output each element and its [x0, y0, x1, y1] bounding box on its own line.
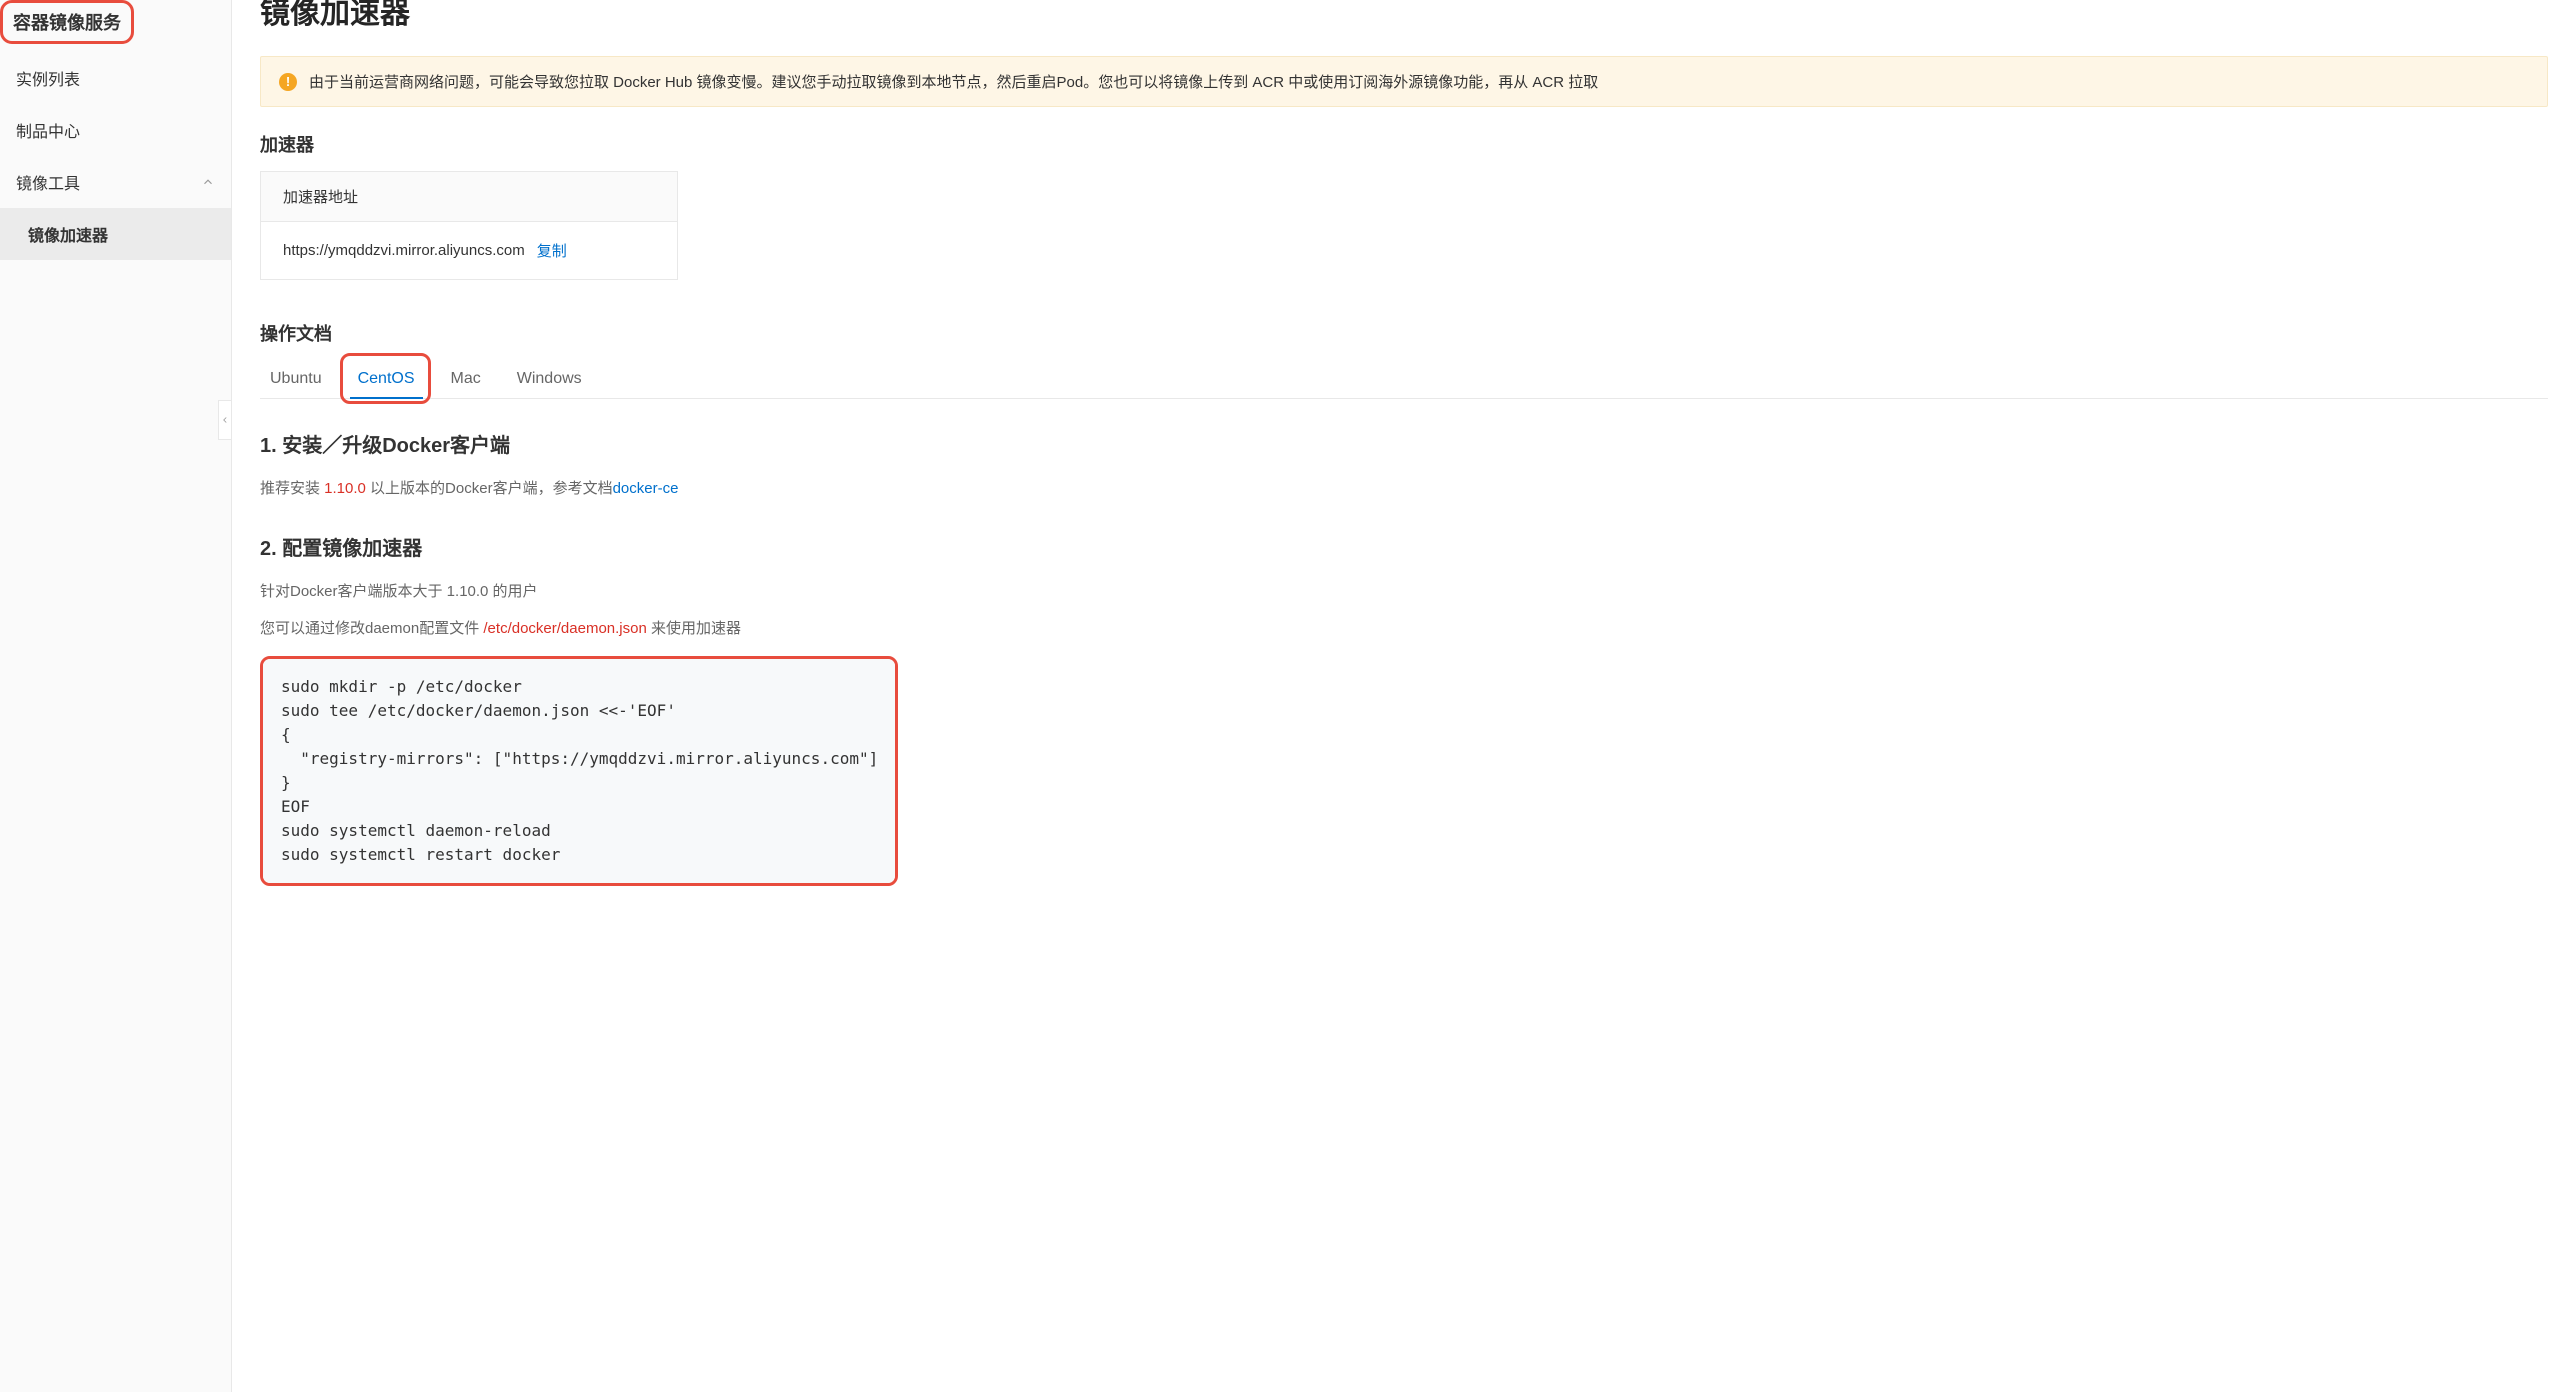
accelerator-box-body: https://ymqddzvi.mirror.aliyuncs.com 复制	[261, 222, 677, 279]
alert-banner: ! 由于当前运营商网络问题，可能会导致您拉取 Docker Hub 镜像变慢。建…	[260, 56, 2548, 107]
step2-heading: 2. 配置镜像加速器	[260, 532, 2548, 561]
tab-windows[interactable]: Windows	[515, 360, 584, 398]
tab-ubuntu[interactable]: Ubuntu	[268, 360, 324, 398]
step2-text2: 您可以通过修改daemon配置文件 /etc/docker/daemon.jso…	[260, 616, 2548, 642]
sidebar-item-products[interactable]: 制品中心	[0, 104, 231, 156]
main-content: 镜像加速器 ! 由于当前运营商网络问题，可能会导致您拉取 Docker Hub …	[232, 0, 2576, 1392]
tab-centos[interactable]: CentOS	[356, 360, 417, 398]
sidebar-item-instances[interactable]: 实例列表	[0, 52, 231, 104]
alert-text: 由于当前运营商网络问题，可能会导致您拉取 Docker Hub 镜像变慢。建议您…	[309, 71, 1598, 92]
sidebar-item-label: 实例列表	[16, 66, 80, 90]
config-path: /etc/docker/daemon.json	[483, 620, 646, 637]
accelerator-heading: 加速器	[260, 131, 2548, 157]
version-text: 1.10.0	[324, 480, 366, 497]
sidebar-title: 容器镜像服务	[0, 0, 134, 44]
warning-icon: !	[279, 73, 297, 91]
tab-mac[interactable]: Mac	[449, 360, 483, 398]
step1-heading: 1. 安装／升级Docker客户端	[260, 429, 2548, 458]
code-block[interactable]: sudo mkdir -p /etc/docker sudo tee /etc/…	[260, 656, 898, 886]
sidebar-item-mirror-accelerator[interactable]: 镜像加速器	[0, 208, 231, 260]
docs-heading: 操作文档	[260, 320, 2548, 346]
accelerator-box-header: 加速器地址	[261, 172, 677, 222]
sidebar: 容器镜像服务 实例列表 制品中心 镜像工具 镜像加速器	[0, 0, 232, 1392]
copy-button[interactable]: 复制	[537, 240, 567, 261]
sidebar-collapse-button[interactable]	[218, 400, 232, 440]
docker-ce-link[interactable]: docker-ce	[613, 480, 679, 497]
sidebar-item-label: 镜像加速器	[28, 222, 108, 246]
accelerator-box: 加速器地址 https://ymqddzvi.mirror.aliyuncs.c…	[260, 171, 678, 280]
chevron-up-icon	[201, 175, 215, 189]
sidebar-item-label: 制品中心	[16, 118, 80, 142]
docs-tabs: Ubuntu CentOS Mac Windows	[260, 360, 2548, 399]
accelerator-url: https://ymqddzvi.mirror.aliyuncs.com	[283, 242, 525, 259]
step2-text1: 针对Docker客户端版本大于 1.10.0 的用户	[260, 579, 2548, 605]
sidebar-item-label: 镜像工具	[16, 170, 80, 194]
step1-text: 推荐安装 1.10.0 以上版本的Docker客户端，参考文档docker-ce	[260, 476, 2548, 502]
page-title: 镜像加速器	[260, 0, 2548, 32]
sidebar-item-image-tools[interactable]: 镜像工具	[0, 156, 231, 208]
